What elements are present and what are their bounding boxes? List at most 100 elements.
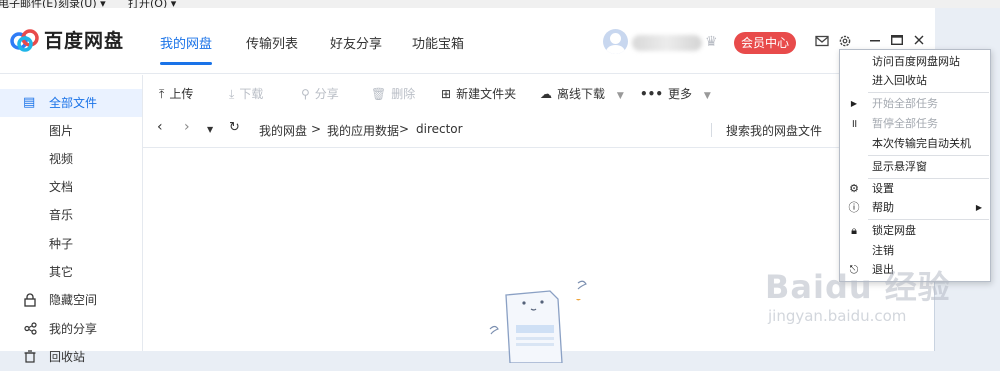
forward-icon[interactable]: ›	[184, 119, 190, 135]
offline-download-button[interactable]: ☁ 离线下载 ▼	[540, 85, 624, 102]
sidebar-item-label: 我的分享	[49, 322, 98, 336]
history-dropdown-icon[interactable]: ▼	[207, 125, 213, 134]
menu-item-settings[interactable]: ⚙ 设置	[840, 179, 990, 199]
help-icon: ⓘ	[848, 201, 860, 214]
maximize-icon[interactable]	[891, 35, 903, 45]
sidebar-item-label: 视频	[49, 152, 74, 166]
delete-button[interactable]: 🗑︎ 删除	[371, 85, 415, 102]
active-tab-indicator	[160, 62, 212, 65]
menu-item-start-all[interactable]: ▶ 开始全部任务	[840, 94, 990, 114]
submenu-arrow-icon: ▶	[975, 203, 982, 212]
empty-folder-illustration	[489, 280, 587, 363]
search-input[interactable]: 搜索我的网盘文件	[726, 122, 822, 139]
app-logo: 百度网盘	[10, 26, 124, 53]
sidebar-item-hidden-space[interactable]: 隐藏空间	[0, 286, 142, 314]
download-icon: ⤓	[229, 87, 235, 101]
offline-download-label: 离线下载	[557, 87, 606, 101]
menu-item-label: 帮助	[872, 201, 894, 214]
share-label: 分享	[314, 87, 339, 101]
share-icon	[24, 322, 37, 335]
sidebar-item-music[interactable]: 音乐	[0, 201, 142, 229]
menu-item-label: 设置	[872, 182, 894, 195]
username-blurred[interactable]	[632, 35, 702, 51]
breadcrumb-separator-icon: >	[399, 122, 410, 136]
bg-menu-open[interactable]: 打开(O) ▾	[128, 0, 176, 8]
watermark-url: jingyan.baidu.com	[768, 307, 907, 325]
background-menubar: 电子邮件(E) 刻录(U) ▾ 打开(O) ▾	[0, 0, 1000, 8]
menu-item-visit-website[interactable]: 访问百度网盘网站	[840, 52, 990, 72]
refresh-icon[interactable]: ↻	[229, 120, 240, 135]
menu-item-help[interactable]: ⓘ 帮助 ▶	[840, 198, 990, 218]
sidebar-item-torrents[interactable]: 种子	[0, 230, 142, 258]
chevron-down-icon[interactable]: ▼	[617, 91, 624, 101]
breadcrumb-my-netdisk[interactable]: 我的网盘	[259, 122, 307, 139]
new-folder-label: 新建文件夹	[456, 87, 517, 101]
play-icon: ▶	[850, 99, 858, 108]
baidu-jingyan-watermark: Baidu 经验	[765, 268, 951, 306]
tab-my-netdisk[interactable]: 我的网盘	[160, 33, 212, 52]
sidebar-item-label: 音乐	[49, 208, 74, 222]
folder-plus-icon: ⊞	[441, 87, 452, 101]
sidebar-item-all-files[interactable]: ▤ 全部文件	[0, 89, 142, 117]
sidebar-item-documents[interactable]: 文档	[0, 173, 142, 201]
sidebar-item-label: 种子	[49, 237, 74, 251]
tab-friend-share[interactable]: 好友分享	[330, 33, 382, 52]
sidebar-item-label: 其它	[49, 265, 74, 279]
more-label: 更多	[668, 87, 693, 101]
menu-item-label: 进入回收站	[872, 74, 927, 87]
menu-divider	[868, 155, 989, 156]
menu-item-logout[interactable]: 注销	[840, 241, 990, 261]
gear-icon[interactable]	[838, 34, 852, 48]
menu-item-recycle-bin[interactable]: 进入回收站	[840, 71, 990, 91]
download-label: 下载	[239, 87, 264, 101]
new-folder-button[interactable]: ⊞ 新建文件夹	[441, 85, 516, 102]
upload-label: 上传	[169, 87, 194, 101]
path-bar: ‹ › ▼ ↻ 我的网盘 > 我的应用数据 > director 搜索我的网盘文…	[143, 112, 935, 148]
breadcrumb-app-data[interactable]: 我的应用数据	[327, 122, 399, 139]
share-button[interactable]: ⚲ 分享	[301, 85, 339, 102]
menu-divider	[868, 92, 989, 93]
upload-icon: ⤒	[159, 87, 165, 101]
trash-icon	[24, 350, 36, 363]
gear-icon: ⚙	[849, 182, 859, 195]
sidebar-item-images[interactable]: 图片	[0, 117, 142, 145]
sidebar-item-label: 图片	[49, 124, 74, 138]
title-bar: 百度网盘 我的网盘 传输列表 好友分享 功能宝箱 ♛ 会员中心	[0, 8, 935, 74]
settings-dropdown-menu: 访问百度网盘网站 进入回收站 ▶ 开始全部任务 ॥ 暂停全部任务 本次传输完自动…	[839, 49, 991, 282]
chevron-down-icon: ▼	[703, 91, 711, 101]
trash-icon: 🗑︎	[371, 87, 387, 101]
more-button[interactable]: ••• 更多 ▼	[640, 85, 711, 102]
baidu-cloud-logo-icon	[10, 28, 39, 52]
tab-toolbox[interactable]: 功能宝箱	[412, 33, 464, 52]
sidebar-item-my-shares[interactable]: 我的分享	[0, 315, 142, 343]
sidebar-item-other[interactable]: 其它	[0, 258, 142, 286]
minimize-icon[interactable]	[870, 40, 880, 42]
download-button[interactable]: ⤓ 下载	[229, 85, 263, 102]
app-title: 百度网盘	[44, 30, 125, 52]
breadcrumb-separator-icon: >	[311, 122, 322, 136]
menu-item-lock[interactable]: 🔒︎ 锁定网盘	[840, 221, 990, 241]
lock-icon	[24, 293, 36, 307]
back-icon[interactable]: ‹	[157, 119, 163, 135]
mail-icon[interactable]	[815, 35, 829, 47]
sidebar-item-label: 回收站	[49, 350, 86, 364]
menu-item-pause-all[interactable]: ॥ 暂停全部任务	[840, 114, 990, 134]
menu-item-show-floating-window[interactable]: 显示悬浮窗	[840, 157, 990, 177]
breadcrumb-director[interactable]: director	[416, 122, 463, 136]
sidebar-item-videos[interactable]: 视频	[0, 145, 142, 173]
bg-menu-email[interactable]: 电子邮件(E)	[0, 0, 58, 8]
sidebar: ▤ 全部文件 图片 视频 文档 音乐 种子 其它 隐藏空间 我的分享 回收站	[0, 75, 143, 364]
tab-transfer-list[interactable]: 传输列表	[246, 33, 298, 52]
close-icon[interactable]	[914, 35, 924, 45]
menu-item-label: 暂停全部任务	[872, 117, 938, 130]
menu-item-auto-shutdown[interactable]: 本次传输完自动关机	[840, 134, 990, 154]
more-dots-icon: •••	[640, 87, 664, 101]
avatar[interactable]	[603, 29, 628, 54]
pause-icon: ॥	[850, 117, 858, 130]
bg-menu-burn[interactable]: 刻录(U) ▾	[58, 0, 106, 8]
sidebar-item-recycle-bin[interactable]: 回收站	[0, 343, 142, 371]
share-icon: ⚲	[301, 87, 310, 101]
vip-center-button[interactable]: 会员中心	[734, 32, 796, 54]
sidebar-item-label: 文档	[49, 180, 74, 194]
upload-button[interactable]: ⤒ 上传	[159, 85, 193, 102]
